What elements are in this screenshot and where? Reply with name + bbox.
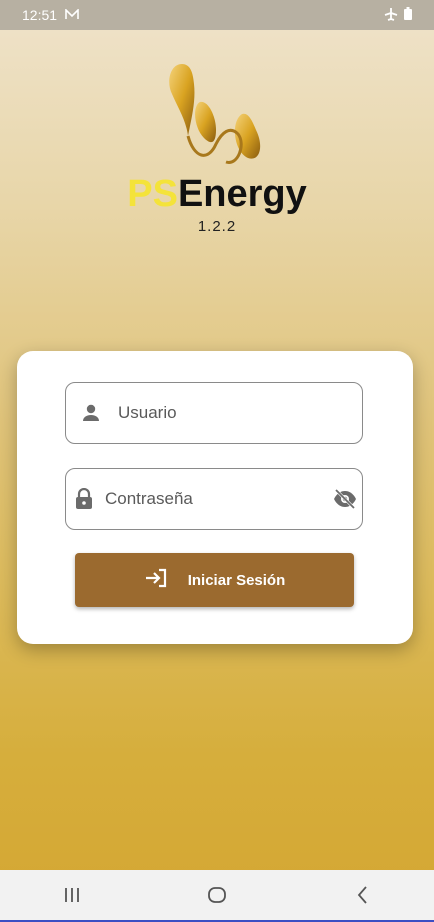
recent-apps-icon[interactable] (42, 887, 102, 903)
battery-icon (404, 7, 412, 23)
status-bar: 12:51 (0, 0, 434, 30)
home-icon[interactable] (187, 886, 247, 904)
logo: PSEnergy 1.2.2 (0, 58, 434, 238)
brand-ps: PS (127, 173, 178, 215)
password-field[interactable] (65, 468, 363, 530)
username-field[interactable] (65, 382, 363, 444)
app-version: 1.2.2 (197, 218, 237, 235)
login-icon (144, 568, 168, 592)
password-input[interactable] (102, 488, 328, 510)
lock-icon (66, 488, 103, 510)
mail-icon (65, 7, 79, 23)
visibility-off-icon[interactable] (328, 489, 362, 509)
login-card: Iniciar Sesión (17, 351, 413, 644)
username-input[interactable] (116, 402, 362, 424)
brand-name: PSEnergy (0, 172, 434, 216)
airplane-icon (384, 7, 398, 24)
logo-drops-icon (169, 64, 261, 164)
brand-energy: Energy (177, 173, 307, 215)
login-button[interactable]: Iniciar Sesión (75, 553, 354, 607)
person-icon (66, 403, 116, 423)
status-time: 12:51 (22, 7, 58, 23)
navigation-bar (0, 870, 434, 922)
login-button-label: Iniciar Sesión (187, 571, 286, 589)
back-icon[interactable] (332, 886, 392, 904)
